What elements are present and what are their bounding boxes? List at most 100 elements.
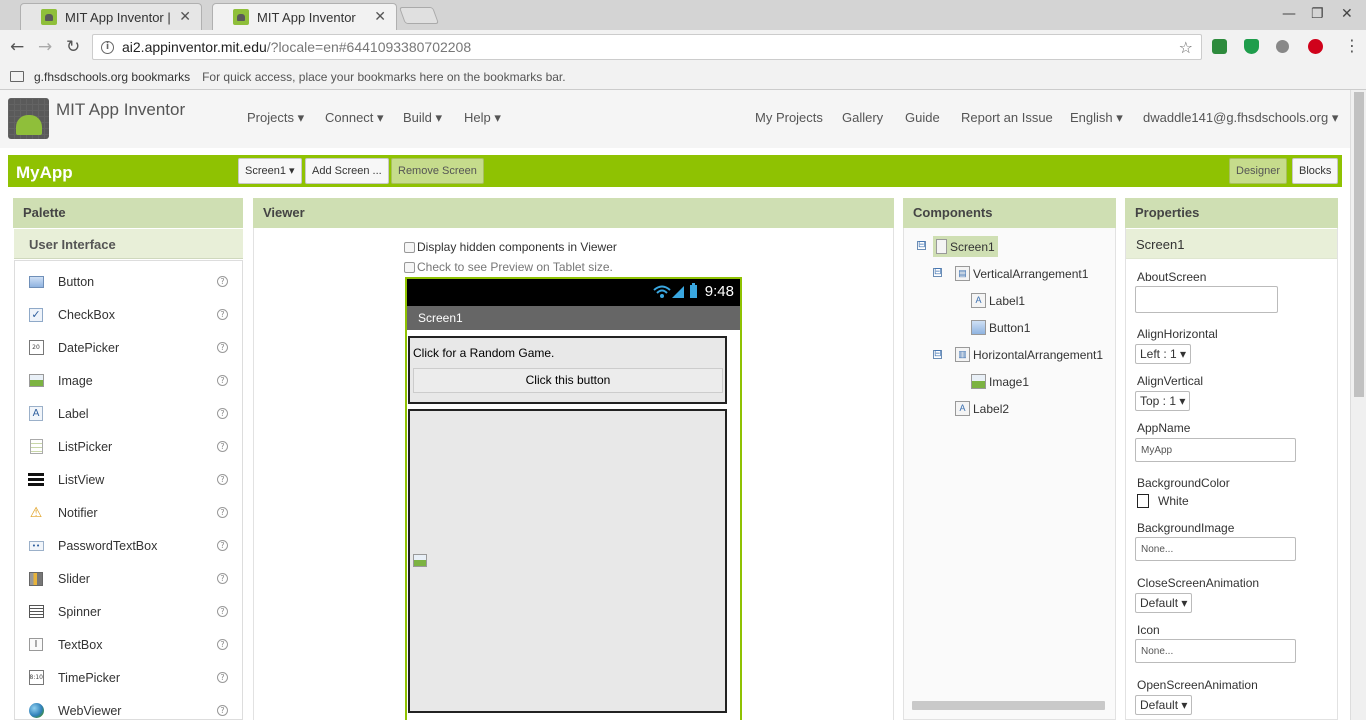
account-menu[interactable]: dwaddle141@g.fhsdschools.org ▾ bbox=[1143, 110, 1338, 126]
help-icon[interactable]: ? bbox=[217, 540, 228, 551]
tab-app-inventor[interactable]: MIT App Inventor ✕ bbox=[212, 3, 397, 30]
help-icon[interactable]: ? bbox=[217, 441, 228, 452]
palette-category-user-interface[interactable]: User Interface bbox=[14, 229, 243, 259]
help-icon[interactable]: ? bbox=[217, 375, 228, 386]
help-icon[interactable]: ? bbox=[217, 474, 228, 485]
tree-item-horizontalarrangement1[interactable]: ▥ HorizontalArrangement1 bbox=[955, 347, 1103, 362]
audio-icon[interactable] bbox=[1276, 40, 1289, 53]
image-placeholder-icon[interactable] bbox=[413, 554, 427, 567]
address-bar[interactable]: i ai2.appinventor.mit.edu /?locale=en#64… bbox=[92, 34, 1202, 60]
bookmark-folder[interactable]: g.fhsdschools.org bookmarks bbox=[34, 70, 190, 84]
app-inventor-logo-icon[interactable] bbox=[8, 98, 49, 139]
language-menu[interactable]: English ▾ bbox=[1070, 110, 1123, 126]
help-icon[interactable]: ? bbox=[217, 408, 228, 419]
bookmark-star-icon[interactable]: ☆ bbox=[1179, 38, 1193, 57]
page-scrollbar[interactable] bbox=[1350, 90, 1366, 720]
link-my-projects[interactable]: My Projects bbox=[755, 110, 823, 125]
openscreenanimation-select[interactable]: Default ▾ bbox=[1135, 695, 1193, 715]
palette-item-button[interactable]: Button ? bbox=[15, 265, 242, 298]
back-icon[interactable]: ← bbox=[10, 37, 24, 57]
blocks-button[interactable]: Blocks bbox=[1292, 158, 1339, 184]
designer-button[interactable]: Designer bbox=[1229, 158, 1288, 184]
button1-preview[interactable]: Click this button bbox=[413, 368, 723, 393]
label1-preview[interactable]: Click for a Random Game. bbox=[413, 346, 554, 360]
menu-build[interactable]: Build ▾ bbox=[403, 110, 442, 126]
tree-item-verticalarrangement1[interactable]: ▤ VerticalArrangement1 bbox=[955, 266, 1088, 281]
help-icon[interactable]: ? bbox=[217, 342, 228, 353]
close-icon[interactable]: ✕ bbox=[374, 9, 386, 25]
palette-item-slider[interactable]: Slider ? bbox=[15, 562, 242, 595]
palette-item-label: PasswordTextBox bbox=[58, 538, 158, 553]
help-icon[interactable]: ? bbox=[217, 573, 228, 584]
tablet-preview-checkbox[interactable] bbox=[404, 261, 415, 273]
display-hidden-checkbox[interactable] bbox=[404, 241, 415, 253]
palette-item-textbox[interactable]: I TextBox ? bbox=[15, 628, 242, 661]
close-icon[interactable]: ✕ bbox=[179, 9, 191, 25]
menu-help[interactable]: Help ▾ bbox=[464, 110, 501, 126]
alignhorizontal-select[interactable]: Left : 1 ▾ bbox=[1135, 344, 1192, 364]
palette-item-datepicker[interactable]: 20 DatePicker ? bbox=[15, 331, 242, 364]
palette-item-notifier[interactable]: ⚠ Notifier ? bbox=[15, 496, 242, 529]
backgroundimage-picker[interactable]: None... bbox=[1135, 537, 1296, 561]
palette-item-webviewer[interactable]: WebViewer ? bbox=[15, 694, 242, 727]
tablet-preview-option[interactable]: Check to see Preview on Tablet size. bbox=[404, 260, 613, 274]
alignvertical-select[interactable]: Top : 1 ▾ bbox=[1135, 391, 1191, 411]
vertical-arrangement-preview[interactable]: Click for a Random Game. Click this butt… bbox=[408, 336, 727, 404]
palette-item-checkbox[interactable]: ✓ CheckBox ? bbox=[15, 298, 242, 331]
browser-menu-icon[interactable]: ⋮ bbox=[1344, 36, 1360, 55]
collapse-icon[interactable]: ⊟ bbox=[933, 268, 942, 277]
backgroundcolor-value[interactable]: White bbox=[1158, 494, 1189, 508]
help-icon[interactable]: ? bbox=[217, 276, 228, 287]
screen-select[interactable]: Screen1 ▾ bbox=[238, 158, 302, 184]
menu-connect[interactable]: Connect ▾ bbox=[325, 110, 384, 126]
add-screen-button[interactable]: Add Screen ... bbox=[305, 158, 389, 184]
collapse-icon[interactable]: ⊟ bbox=[917, 241, 926, 250]
collapse-icon[interactable]: ⊟ bbox=[933, 350, 942, 359]
tree-item-button1[interactable]: Button1 bbox=[971, 320, 1030, 335]
palette-item-listpicker[interactable]: ListPicker ? bbox=[15, 430, 242, 463]
icon-picker[interactable]: None... bbox=[1135, 639, 1296, 663]
menu-projects[interactable]: Projects ▾ bbox=[247, 110, 304, 126]
remove-screen-button[interactable]: Remove Screen bbox=[391, 158, 484, 184]
components-scrollbar[interactable] bbox=[912, 701, 1105, 710]
close-window-icon[interactable]: ✕ bbox=[1341, 6, 1353, 22]
horizontal-arrangement-preview[interactable] bbox=[408, 409, 727, 713]
tab-title: MIT App Inventor | Explo bbox=[65, 9, 173, 25]
palette-item-timepicker[interactable]: 8:10 TimePicker ? bbox=[15, 661, 242, 694]
help-icon[interactable]: ? bbox=[217, 705, 228, 716]
palette-item-spinner[interactable]: Spinner ? bbox=[15, 595, 242, 628]
backgroundcolor-swatch[interactable] bbox=[1137, 494, 1149, 508]
shield-icon[interactable] bbox=[1244, 39, 1259, 54]
link-gallery[interactable]: Gallery bbox=[842, 110, 883, 125]
minimize-icon[interactable]: — bbox=[1282, 6, 1296, 22]
adblock-icon[interactable] bbox=[1308, 39, 1323, 54]
link-report-issue[interactable]: Report an Issue bbox=[961, 110, 1053, 125]
palette-item-passwordtextbox[interactable]: •• PasswordTextBox ? bbox=[15, 529, 242, 562]
tree-item-screen1[interactable]: Screen1 bbox=[933, 236, 998, 257]
phone-preview: 9:48 Screen1 Click for a Random Game. Cl… bbox=[405, 277, 742, 720]
closescreenanimation-select[interactable]: Default ▾ bbox=[1135, 593, 1193, 613]
palette-item-label[interactable]: A Label ? bbox=[15, 397, 242, 430]
link-guide[interactable]: Guide bbox=[905, 110, 940, 125]
forward-icon[interactable]: → bbox=[38, 37, 52, 57]
appname-input[interactable]: MyApp bbox=[1135, 438, 1296, 462]
tab-explore[interactable]: MIT App Inventor | Explo ✕ bbox=[20, 3, 202, 30]
reload-icon[interactable]: ↻ bbox=[66, 37, 80, 57]
tree-item-image1[interactable]: Image1 bbox=[971, 374, 1029, 389]
help-icon[interactable]: ? bbox=[217, 606, 228, 617]
help-icon[interactable]: ? bbox=[217, 639, 228, 650]
restore-icon[interactable]: ❐ bbox=[1311, 6, 1324, 22]
display-hidden-option[interactable]: Display hidden components in Viewer bbox=[404, 240, 617, 254]
google-drive-icon[interactable] bbox=[1212, 39, 1227, 54]
help-icon[interactable]: ? bbox=[217, 507, 228, 518]
palette-item-listview[interactable]: ListView ? bbox=[15, 463, 242, 496]
new-tab-button[interactable] bbox=[398, 7, 440, 24]
tree-item-label1[interactable]: A Label1 bbox=[971, 293, 1025, 308]
help-icon[interactable]: ? bbox=[217, 672, 228, 683]
site-info-icon[interactable]: i bbox=[101, 40, 114, 54]
tree-item-label2[interactable]: A Label2 bbox=[955, 401, 1009, 416]
help-icon[interactable]: ? bbox=[217, 309, 228, 320]
aboutscreen-textarea[interactable] bbox=[1135, 286, 1278, 313]
palette-item-image[interactable]: Image ? bbox=[15, 364, 242, 397]
page-scrollbar-thumb[interactable] bbox=[1354, 92, 1364, 397]
